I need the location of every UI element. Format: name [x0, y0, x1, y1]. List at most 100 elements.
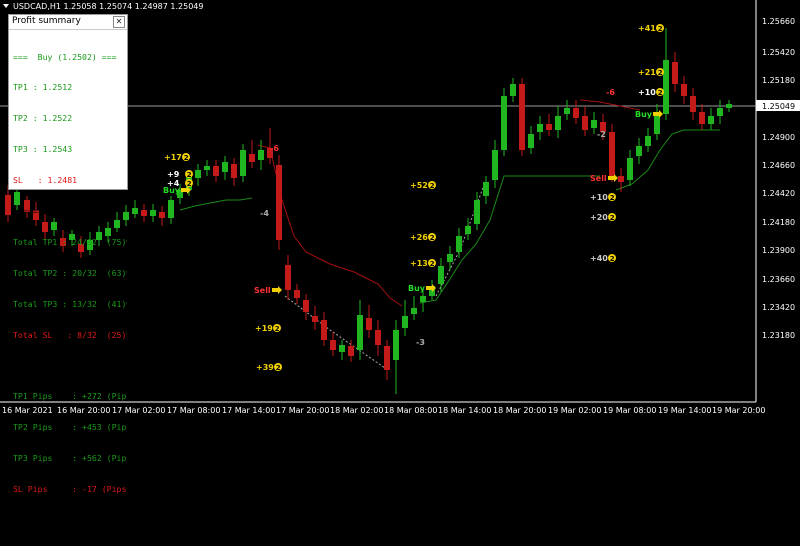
- candle: [501, 88, 507, 156]
- candle-body: [465, 226, 471, 234]
- candle: [249, 140, 255, 168]
- candle: [564, 100, 570, 120]
- price-tick-label: 1.23420: [762, 303, 795, 312]
- price-tick-label: 1.24420: [762, 189, 795, 198]
- candle-body: [321, 320, 327, 340]
- trail-line-down-2: [579, 99, 641, 111]
- candle: [204, 160, 210, 176]
- candle: [672, 52, 678, 92]
- pips-label: -4: [260, 209, 269, 218]
- panel-body: === Buy (1.2502) === TP1 : 1.2512 TP2 : …: [9, 30, 127, 546]
- candle: [474, 192, 480, 230]
- candle-body: [537, 124, 543, 132]
- candle: [231, 158, 237, 186]
- candle-body: [672, 62, 678, 84]
- pips-label: +17: [164, 153, 182, 162]
- candle: [726, 100, 732, 112]
- candle-body: [609, 132, 615, 176]
- candle-body: [510, 84, 516, 96]
- candle: [483, 176, 489, 204]
- candle-body: [645, 136, 651, 146]
- candle: [132, 200, 138, 218]
- candle: [240, 144, 246, 182]
- candle: [330, 332, 336, 356]
- candle-body: [366, 318, 372, 330]
- price-tick-label: 1.24660: [762, 161, 795, 170]
- target-badge: 2: [608, 254, 616, 263]
- time-tick-label: 19 Mar 14:00: [658, 406, 711, 415]
- candle: [357, 300, 363, 360]
- candle: [420, 290, 426, 312]
- summary-line: TP1 : 1.2512: [13, 82, 73, 93]
- candle-body: [222, 162, 228, 172]
- target-badge: 2: [428, 233, 436, 242]
- price-tick-label: 1.24180: [762, 218, 795, 227]
- candle-body: [591, 120, 597, 128]
- summary-line: Total TP1 : 24/32 (75)%: [13, 236, 127, 247]
- candle: [582, 106, 588, 136]
- pips-label: +21: [638, 68, 656, 77]
- pips-label: +9: [167, 170, 180, 179]
- candle-body: [303, 300, 309, 312]
- pips-label: +39: [256, 363, 274, 372]
- summary-line: TP1 Pips : +272 (Pips): [13, 391, 127, 402]
- symbol-dropdown-icon[interactable]: [3, 4, 9, 8]
- candle: [348, 340, 354, 362]
- trail-line-up-2: [419, 175, 600, 304]
- time-tick-label: 18 Mar 20:00: [493, 406, 546, 415]
- candle: [213, 160, 219, 182]
- pips-label: +26: [410, 233, 428, 242]
- summary-line: SL Pips : -17 (Pips): [13, 484, 127, 495]
- candle-body: [312, 316, 318, 322]
- candle-body: [492, 150, 498, 180]
- svg-text:2: 2: [610, 255, 615, 263]
- svg-text:2: 2: [658, 69, 663, 77]
- candle: [654, 104, 660, 140]
- panel-title-bar[interactable]: Profit summary ✕: [9, 15, 127, 30]
- candle: [294, 284, 300, 304]
- candle-body: [411, 308, 417, 314]
- panel-title: Profit summary: [12, 16, 81, 26]
- candle: [339, 340, 345, 360]
- candle: [537, 116, 543, 140]
- candle: [555, 106, 561, 138]
- price-tick-label: 1.23180: [762, 331, 795, 340]
- candle-body: [348, 346, 354, 356]
- price-tick-labels: 1.25660 1.25420 1.25180 1.24900 1.24660 …: [762, 17, 795, 340]
- target-badge: 2: [656, 24, 664, 33]
- candle-body: [240, 150, 246, 176]
- candle: [717, 100, 723, 124]
- close-icon[interactable]: ✕: [113, 16, 125, 28]
- candle-body: [141, 210, 147, 216]
- candle: [402, 300, 408, 336]
- candle-body: [393, 330, 399, 360]
- candle: [627, 150, 633, 186]
- candle-body: [519, 84, 525, 150]
- signal-dotted-line: [284, 295, 386, 369]
- candle: [222, 156, 228, 180]
- candle-body: [339, 345, 345, 352]
- candle-body: [132, 208, 138, 214]
- price-tick-label: 1.25180: [762, 76, 795, 85]
- profit-summary-panel[interactable]: Profit summary ✕ === Buy (1.2502) === TP…: [8, 14, 128, 525]
- pips-label: +41: [638, 24, 656, 33]
- svg-text:2: 2: [430, 260, 435, 268]
- trail-line-up: [179, 197, 253, 211]
- candle-body: [717, 108, 723, 116]
- svg-text:2: 2: [658, 89, 663, 97]
- summary-line: ==================: [13, 514, 102, 525]
- current-price-value: 1.25049: [762, 102, 795, 111]
- svg-text:2: 2: [187, 171, 192, 179]
- target-badge: 2: [608, 193, 616, 202]
- candle-body: [501, 96, 507, 150]
- candle-body: [690, 96, 696, 112]
- summary-line: ==================: [13, 360, 102, 371]
- candle: [690, 88, 696, 120]
- svg-text:2: 2: [610, 214, 615, 222]
- svg-text:2: 2: [430, 182, 435, 190]
- candle-body: [681, 84, 687, 96]
- candle: [366, 305, 372, 338]
- summary-line: TP3 : 1.2543: [13, 144, 73, 155]
- candle-body: [357, 315, 363, 350]
- target-badge: 2: [656, 68, 664, 77]
